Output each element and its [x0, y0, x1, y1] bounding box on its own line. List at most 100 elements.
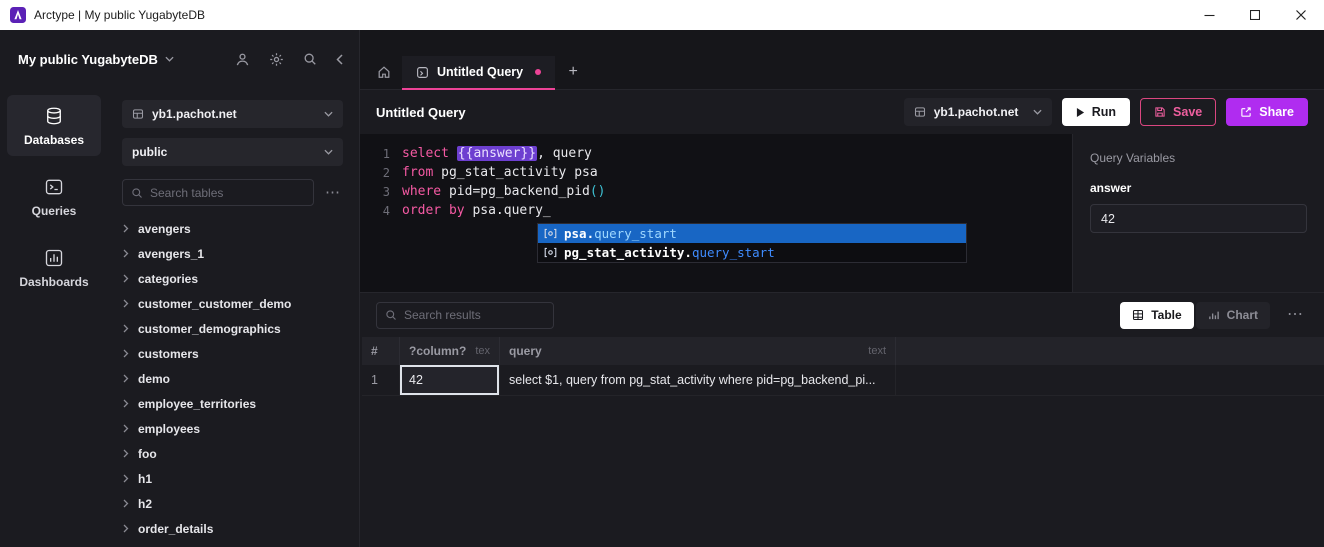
results-table-header: #?column?texquerytext	[362, 337, 1324, 365]
play-icon	[1076, 107, 1085, 118]
nav-label-queries: Queries	[32, 204, 77, 218]
autocomplete-item[interactable]: pg_stat_activity.query_start	[538, 243, 966, 262]
table-item-customers[interactable]: customers	[123, 341, 343, 366]
results-table-rows: 142select $1, query from pg_stat_activit…	[362, 365, 1324, 396]
results-section: Table Chart ⋯ #?column?texquerytext 142	[360, 292, 1324, 547]
results-search-box[interactable]	[376, 302, 554, 329]
autocomplete-item[interactable]: psa.query_start	[538, 224, 966, 243]
titlebar-left: Arctype | My public YugabyteDB	[0, 7, 205, 23]
table-item-customer_demographics[interactable]: customer_demographics	[123, 316, 343, 341]
results-search-input[interactable]	[404, 308, 545, 322]
sidebar-item-dashboards[interactable]: Dashboards	[7, 237, 101, 298]
row-index-cell[interactable]: 1	[362, 365, 400, 395]
user-icon[interactable]	[235, 52, 250, 67]
autocomplete-item-name: psa.	[564, 226, 594, 241]
variable-answer-input[interactable]	[1090, 204, 1307, 233]
table-item-order_details[interactable]: order_details	[123, 516, 343, 541]
table-grid-icon	[914, 106, 926, 118]
unsaved-changes-dot	[535, 69, 541, 75]
line-number: 3	[360, 185, 390, 199]
table-search-row: ⋯	[122, 179, 343, 206]
table-item-label: employees	[138, 422, 200, 436]
home-icon	[377, 65, 391, 79]
workspace-switcher[interactable]: My public YugabyteDB	[18, 52, 174, 67]
tab-home[interactable]	[366, 55, 402, 89]
table-grid-icon	[132, 108, 144, 120]
main-area: Untitled Query + Untitled Query yb1.pach…	[360, 30, 1324, 547]
search-icon	[131, 187, 143, 199]
queries-icon	[44, 177, 64, 197]
chevron-right-icon	[123, 274, 129, 283]
table-item-employees[interactable]: employees	[123, 416, 343, 441]
chevron-right-icon	[123, 299, 129, 308]
column-icon	[544, 228, 557, 239]
table-item-categories[interactable]: categories	[123, 266, 343, 291]
chart-icon	[1208, 309, 1220, 321]
sidebar-item-queries[interactable]: Queries	[7, 166, 101, 227]
database-panel: yb1.pachot.net public	[108, 88, 359, 547]
titlebar: Arctype | My public YugabyteDB	[0, 0, 1324, 30]
tab-untitled-query[interactable]: Untitled Query	[402, 56, 555, 90]
table-item-label: demo	[138, 372, 170, 386]
table-view-button[interactable]: Table	[1120, 302, 1193, 329]
column-header-index[interactable]: #	[362, 337, 400, 365]
table-item-label: avengers_1	[138, 247, 204, 261]
table-item-h2[interactable]: h2	[123, 491, 343, 516]
sidebar-item-databases[interactable]: Databases	[7, 95, 101, 156]
sidebar-body: Databases Queries Dashboards	[0, 88, 359, 547]
save-button[interactable]: Save	[1140, 98, 1216, 126]
table-grid-icon	[1132, 309, 1144, 321]
maximize-button[interactable]	[1232, 0, 1278, 30]
collapse-sidebar-icon[interactable]	[336, 54, 343, 65]
table-item-label: customer_demographics	[138, 322, 281, 336]
table-view-label: Table	[1151, 308, 1181, 322]
line-number: 2	[360, 166, 390, 180]
table-list-more-button[interactable]: ⋯	[322, 185, 343, 200]
chart-view-button[interactable]: Chart	[1196, 302, 1270, 329]
share-button[interactable]: Share	[1226, 98, 1308, 126]
variable-name: answer	[1090, 181, 1307, 195]
results-table: #?column?texquerytext 142select $1, quer…	[362, 337, 1324, 396]
chevron-right-icon	[123, 374, 129, 383]
query-actions: yb1.pachot.net Run	[904, 98, 1308, 126]
query-title: Untitled Query	[376, 105, 466, 120]
line-number: 1	[360, 147, 390, 161]
table-search-box[interactable]	[122, 179, 314, 206]
query-connection-select[interactable]: yb1.pachot.net	[904, 98, 1052, 126]
chevron-down-icon	[324, 149, 333, 155]
results-more-button[interactable]: ⋯	[1284, 307, 1306, 323]
table-row: 142select $1, query from pg_stat_activit…	[362, 365, 1324, 396]
table-item-h1[interactable]: h1	[123, 466, 343, 491]
table-item-label: h2	[138, 497, 152, 511]
autocomplete-item-member: query_start	[692, 245, 775, 260]
table-item-demo[interactable]: demo	[123, 366, 343, 391]
table-cell[interactable]: select $1, query from pg_stat_activity w…	[500, 365, 896, 395]
search-icon[interactable]	[303, 52, 317, 66]
column-header-?column?[interactable]: ?column?tex	[400, 337, 500, 365]
gear-icon[interactable]	[269, 52, 284, 67]
sql-editor[interactable]: 1select {{answer}}, query2from pg_stat_a…	[360, 134, 1072, 292]
table-search-input[interactable]	[150, 186, 305, 200]
table-item-foo[interactable]: foo	[123, 441, 343, 466]
run-button[interactable]: Run	[1062, 98, 1130, 126]
column-header-query[interactable]: querytext	[500, 337, 896, 365]
table-item-avengers[interactable]: avengers	[123, 216, 343, 241]
search-icon	[385, 309, 397, 321]
table-cell[interactable]: 42	[400, 365, 500, 395]
app-body: My public YugabyteDB	[0, 30, 1324, 547]
app-window: Arctype | My public YugabyteDB My public…	[0, 0, 1324, 547]
code-line-3: 3where pid=pg_backend_pid()	[360, 182, 1072, 201]
table-item-customer_customer_demo[interactable]: customer_customer_demo	[123, 291, 343, 316]
close-button[interactable]	[1278, 0, 1324, 30]
editor-row: 1select {{answer}}, query2from pg_stat_a…	[360, 134, 1324, 292]
arctype-logo-icon	[10, 7, 26, 23]
schema-select[interactable]: public	[122, 138, 343, 166]
new-tab-button[interactable]: +	[555, 55, 591, 89]
autocomplete-item-name: pg_stat_activity.	[564, 245, 692, 260]
table-item-avengers_1[interactable]: avengers_1	[123, 241, 343, 266]
table-item-employee_territories[interactable]: employee_territories	[123, 391, 343, 416]
table-item-label: customers	[138, 347, 199, 361]
minimize-button[interactable]	[1186, 0, 1232, 30]
view-toggle: Table Chart ⋯	[1118, 302, 1312, 329]
connection-select[interactable]: yb1.pachot.net	[122, 100, 343, 128]
